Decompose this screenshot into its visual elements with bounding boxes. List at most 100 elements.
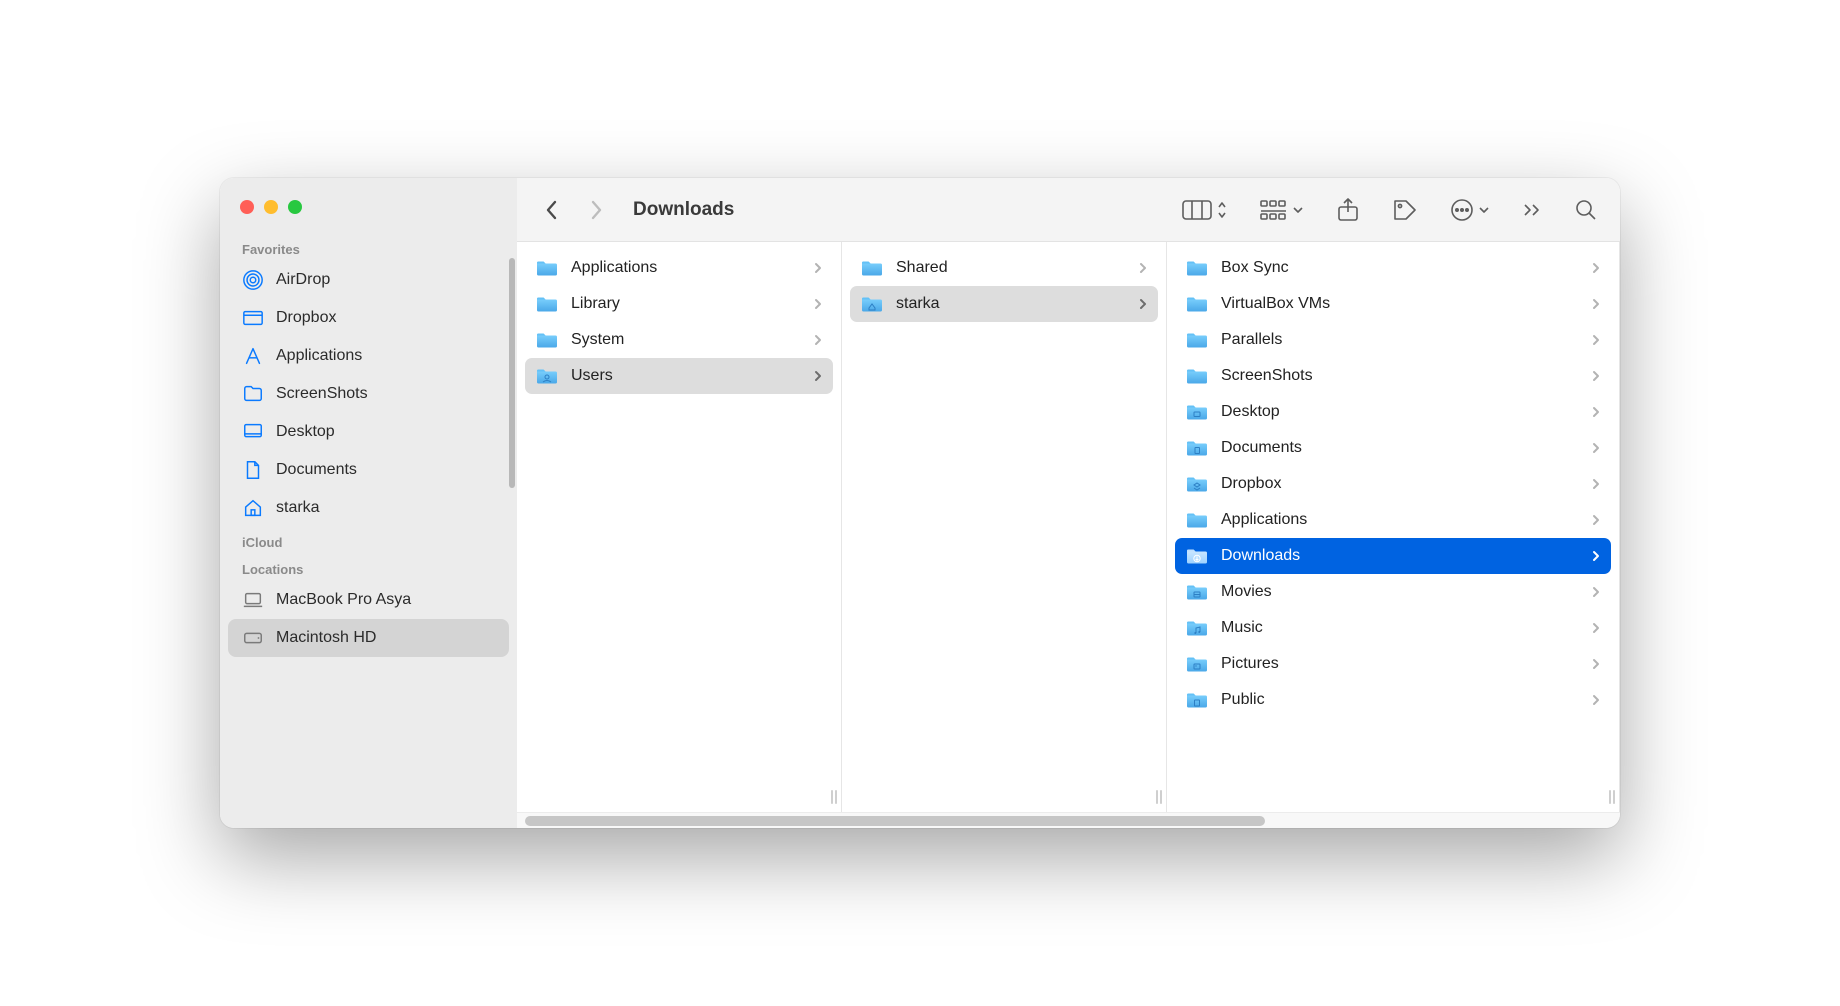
file-row-pictures[interactable]: Pictures — [1175, 646, 1611, 682]
airdrop-icon — [242, 269, 264, 291]
sidebar-item-macintosh-hd[interactable]: Macintosh HD — [228, 619, 509, 657]
minimize-button[interactable] — [264, 200, 278, 214]
file-row-label: System — [571, 331, 801, 349]
folder-icon — [860, 295, 884, 313]
zoom-button[interactable] — [288, 200, 302, 214]
toolbar: Downloads — [517, 178, 1620, 242]
file-row-desktop[interactable]: Desktop — [1175, 394, 1611, 430]
column-0[interactable]: Applications Library System Users — [517, 242, 842, 812]
file-row-label: Shared — [896, 259, 1126, 277]
column-browser: Applications Library System Users Shared sta… — [517, 242, 1620, 812]
hdd-icon — [242, 627, 264, 649]
file-row-box-sync[interactable]: Box Sync — [1175, 250, 1611, 286]
back-button[interactable] — [539, 190, 565, 230]
column-resize-handle[interactable] — [1156, 790, 1163, 804]
sidebar-item-documents[interactable]: Documents — [228, 451, 509, 489]
sidebar-item-label: Applications — [276, 347, 362, 365]
file-row-shared[interactable]: Shared — [850, 250, 1158, 286]
folder-icon — [1185, 547, 1209, 565]
file-row-movies[interactable]: Movies — [1175, 574, 1611, 610]
chevron-right-icon — [1591, 406, 1601, 418]
file-row-label: VirtualBox VMs — [1221, 295, 1579, 313]
laptop-icon — [242, 589, 264, 611]
folder-icon — [1185, 619, 1209, 637]
share-button[interactable] — [1332, 197, 1364, 223]
file-row-users[interactable]: Users — [525, 358, 833, 394]
file-row-system[interactable]: System — [525, 322, 833, 358]
sidebar-item-label: Desktop — [276, 423, 335, 441]
sidebar-item-label: Dropbox — [276, 309, 336, 327]
folder-icon — [535, 367, 559, 385]
chevron-right-icon — [1591, 370, 1601, 382]
group-by-button[interactable] — [1256, 199, 1308, 221]
file-row-music[interactable]: Music — [1175, 610, 1611, 646]
chevron-right-icon — [1591, 550, 1601, 562]
file-row-label: Desktop — [1221, 403, 1579, 421]
column-resize-handle[interactable] — [1609, 790, 1616, 804]
file-row-starka[interactable]: starka — [850, 286, 1158, 322]
file-row-label: Movies — [1221, 583, 1579, 601]
chevron-right-icon — [813, 298, 823, 310]
sidebar-item-label: MacBook Pro Asya — [276, 591, 411, 609]
sidebar-item-starka[interactable]: starka — [228, 489, 509, 527]
file-row-dropbox[interactable]: Dropbox — [1175, 466, 1611, 502]
folder-icon — [242, 383, 264, 405]
file-row-label: Box Sync — [1221, 259, 1579, 277]
tags-button[interactable] — [1388, 198, 1422, 222]
horizontal-scrollbar-track[interactable] — [517, 812, 1620, 828]
chevron-right-icon — [1591, 262, 1601, 274]
folder-icon — [1185, 691, 1209, 709]
sidebar-item-macbook-pro-asya[interactable]: MacBook Pro Asya — [228, 581, 509, 619]
chevron-right-icon — [813, 334, 823, 346]
sidebar-section-title: iCloud — [228, 527, 509, 554]
close-button[interactable] — [240, 200, 254, 214]
file-row-documents[interactable]: Documents — [1175, 430, 1611, 466]
file-row-downloads[interactable]: Downloads — [1175, 538, 1611, 574]
file-row-virtualbox-vms[interactable]: VirtualBox VMs — [1175, 286, 1611, 322]
sidebar: Favorites AirDrop Dropbox Applications Scree… — [220, 178, 517, 828]
chevron-right-icon — [1591, 694, 1601, 706]
applications-icon — [242, 345, 264, 367]
file-row-label: Applications — [571, 259, 801, 277]
sidebar-item-desktop[interactable]: Desktop — [228, 413, 509, 451]
file-row-screenshots[interactable]: ScreenShots — [1175, 358, 1611, 394]
file-row-label: Dropbox — [1221, 475, 1579, 493]
column-1[interactable]: Shared starka — [842, 242, 1167, 812]
file-row-label: Music — [1221, 619, 1579, 637]
sidebar-item-airdrop[interactable]: AirDrop — [228, 261, 509, 299]
sidebar-item-label: AirDrop — [276, 271, 330, 289]
folder-icon — [1185, 367, 1209, 385]
file-row-public[interactable]: Public — [1175, 682, 1611, 718]
file-row-label: Public — [1221, 691, 1579, 709]
file-row-library[interactable]: Library — [525, 286, 833, 322]
chevron-right-icon — [1138, 298, 1148, 310]
file-row-label: Applications — [1221, 511, 1579, 529]
sidebar-item-screenshots[interactable]: ScreenShots — [228, 375, 509, 413]
sidebar-item-label: Documents — [276, 461, 357, 479]
file-row-parallels[interactable]: Parallels — [1175, 322, 1611, 358]
overflow-button[interactable] — [1518, 202, 1546, 218]
column-2[interactable]: Box Sync VirtualBox VMs Parallels ScreenSho… — [1167, 242, 1620, 812]
file-row-applications[interactable]: Applications — [525, 250, 833, 286]
file-row-label: starka — [896, 295, 1126, 313]
file-row-label: Parallels — [1221, 331, 1579, 349]
chevron-right-icon — [1591, 514, 1601, 526]
chevron-right-icon — [1591, 586, 1601, 598]
file-row-label: Library — [571, 295, 801, 313]
column-resize-handle[interactable] — [831, 790, 838, 804]
horizontal-scrollbar-thumb[interactable] — [525, 816, 1265, 826]
action-menu-button[interactable] — [1446, 198, 1494, 222]
search-button[interactable] — [1570, 198, 1602, 222]
folder-icon — [535, 331, 559, 349]
sidebar-item-dropbox[interactable]: Dropbox — [228, 299, 509, 337]
sidebar-section-title: Favorites — [228, 234, 509, 261]
sidebar-item-label: Macintosh HD — [276, 629, 376, 647]
folder-icon — [1185, 475, 1209, 493]
view-columns-button[interactable] — [1178, 199, 1232, 221]
file-row-applications[interactable]: Applications — [1175, 502, 1611, 538]
sidebar-item-applications[interactable]: Applications — [228, 337, 509, 375]
folder-icon — [1185, 439, 1209, 457]
forward-button[interactable] — [583, 190, 609, 230]
finder-window: Favorites AirDrop Dropbox Applications Scree… — [220, 178, 1620, 828]
sidebar-scrollbar[interactable] — [509, 258, 515, 488]
